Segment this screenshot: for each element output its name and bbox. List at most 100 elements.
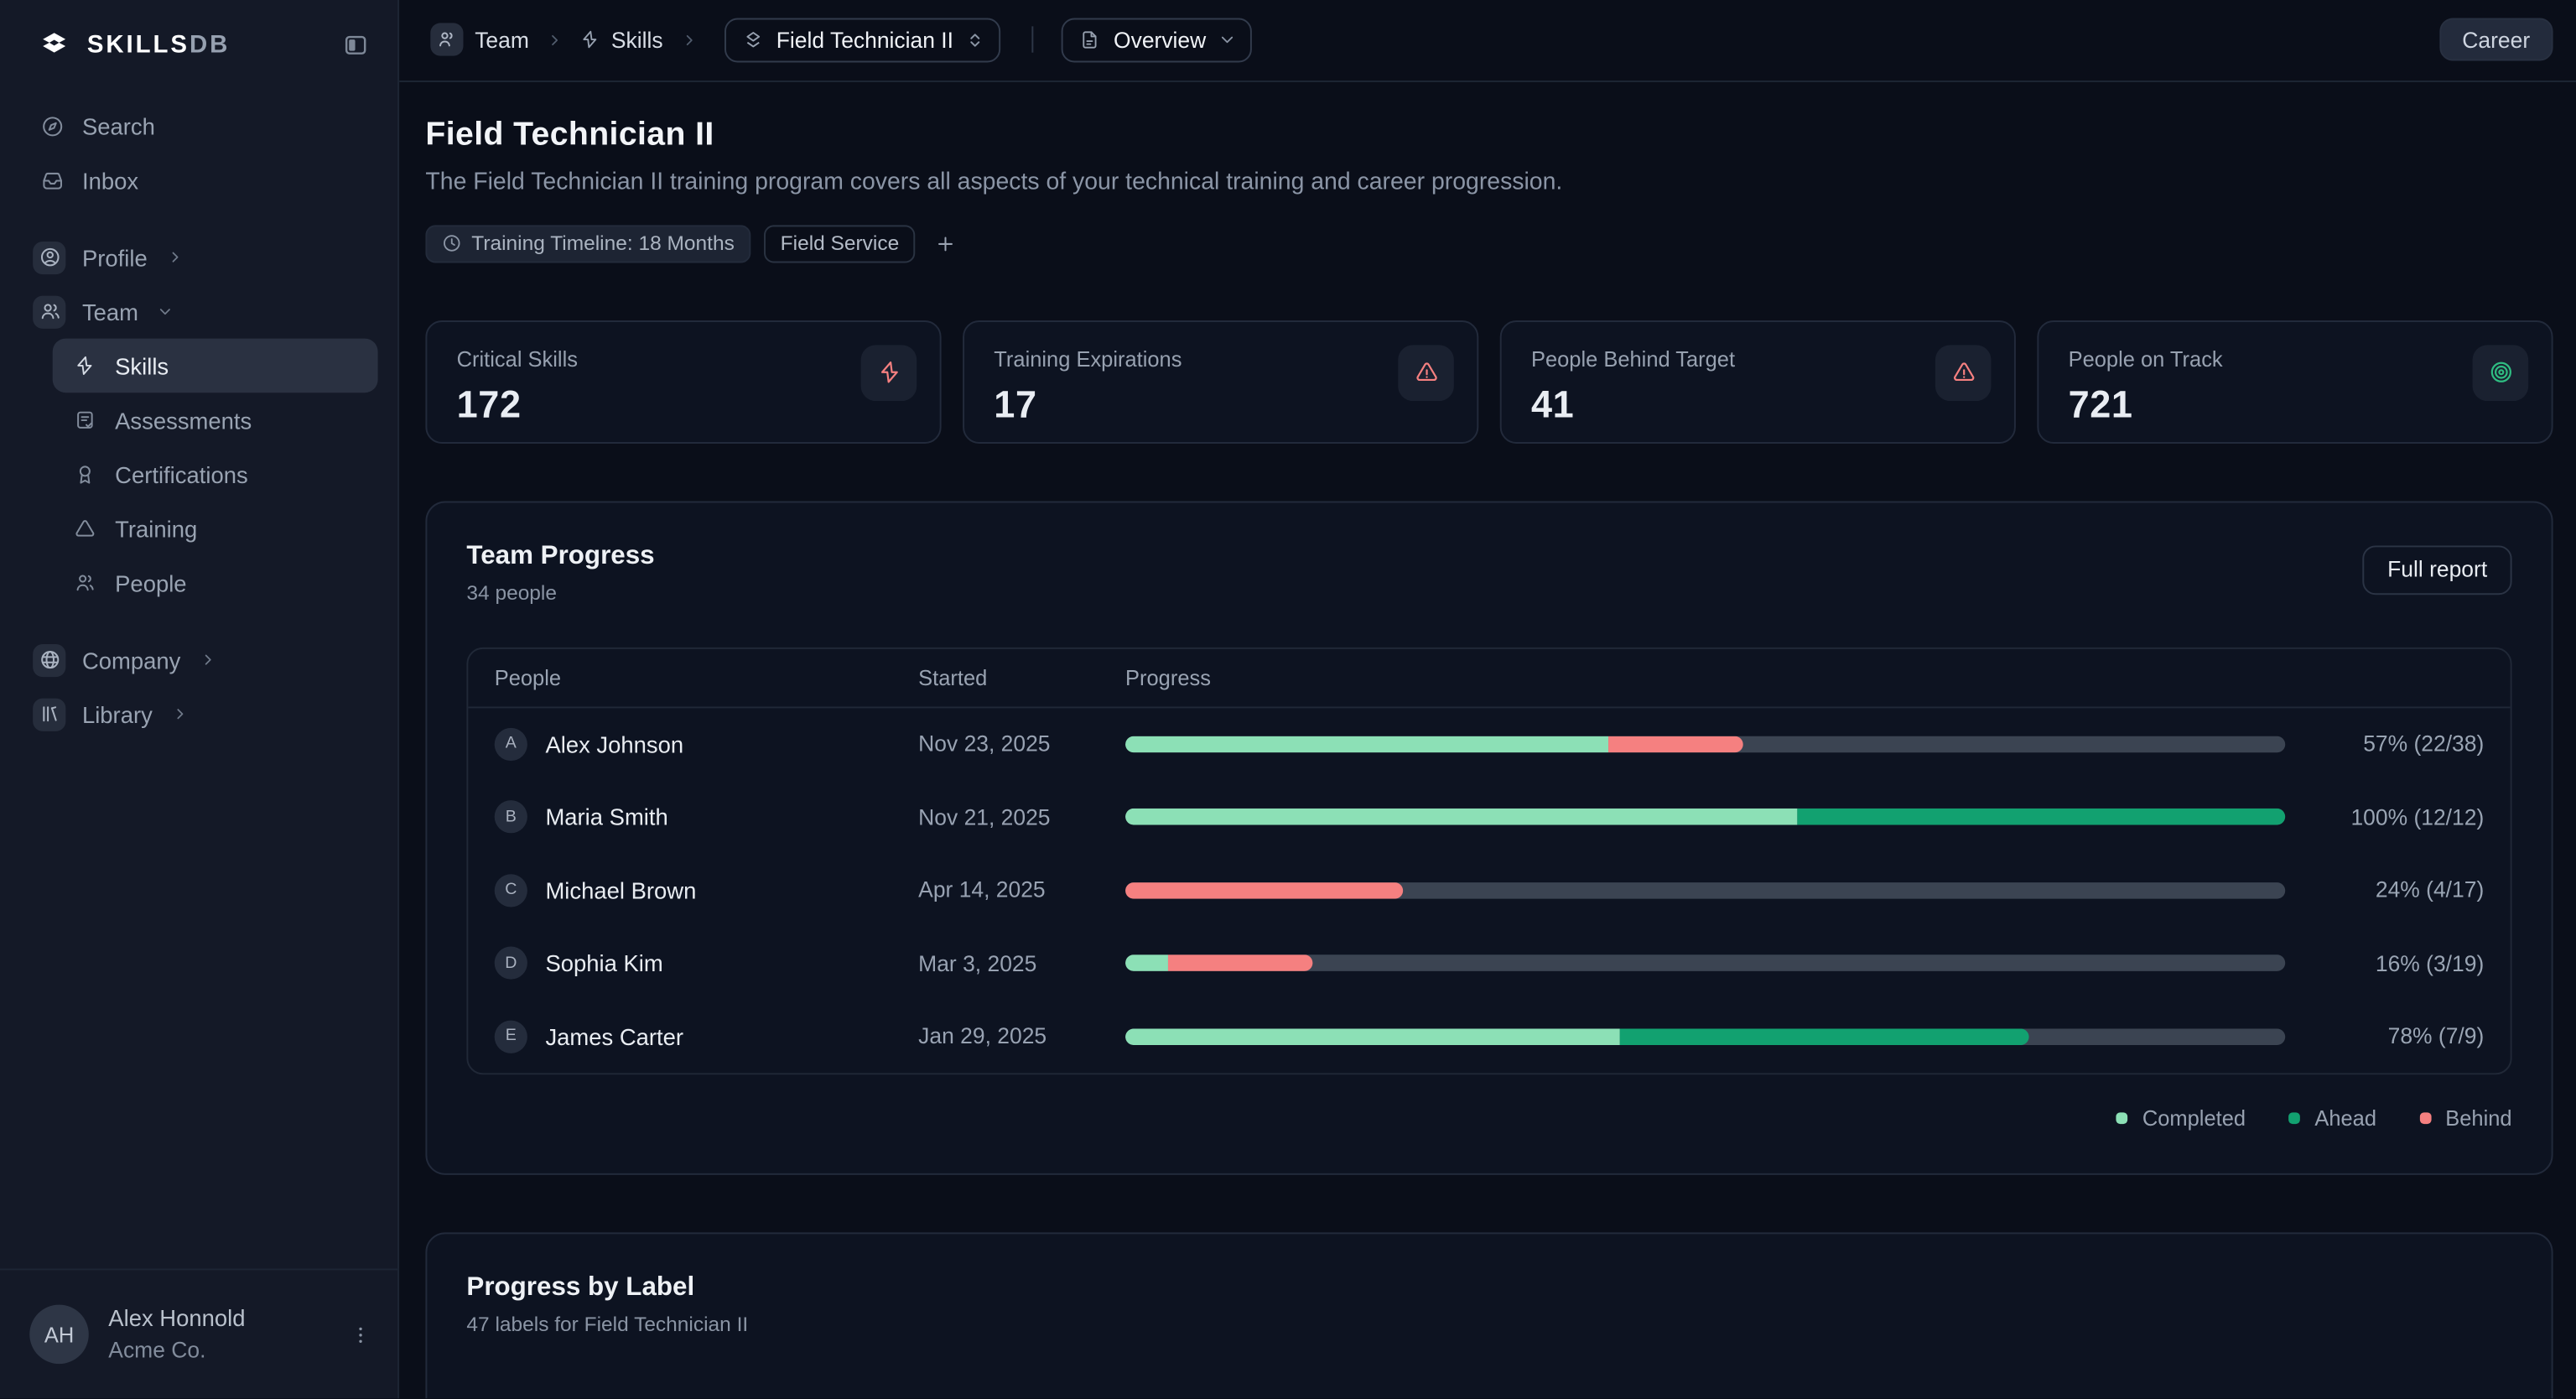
skillsdb-logo-icon [36, 26, 72, 62]
row-result: 100% (12/12) [2285, 805, 2484, 830]
stat-label: People on Track [2069, 346, 2522, 371]
table-row[interactable]: B Maria Smith Nov 21, 2025 100% (12/12) [468, 781, 2510, 854]
table-row[interactable]: C Michael Brown Apr 14, 2025 24% (4/17) [468, 854, 2510, 927]
sidebar-item-assessments[interactable]: Assessments [53, 393, 378, 447]
sidebar-item-label: People [115, 569, 186, 595]
tags-row: Training Timeline: 18 Months Field Servi… [425, 225, 2553, 263]
row-result: 78% (7/9) [2285, 1024, 2484, 1048]
inbox-icon [39, 169, 64, 191]
row-avatar: B [495, 801, 527, 834]
sidebar-item-profile[interactable]: Profile [20, 230, 378, 284]
tag-field-service[interactable]: Field Service [764, 225, 916, 263]
row-result: 24% (4/17) [2285, 878, 2484, 902]
sidebar-item-label: Training [115, 515, 197, 541]
user-avatar[interactable]: AH [29, 1305, 89, 1365]
layers-icon [742, 29, 763, 50]
page-content: Field Technician II The Field Technician… [399, 81, 2576, 1398]
stat-card-people-behind-target: People Behind Target 41 [1500, 320, 2016, 443]
behind-dot-icon [2419, 1112, 2431, 1124]
progress-segment-completed [1125, 955, 1168, 972]
progress-segment-behind [1168, 955, 1311, 972]
chevron-down-icon [1219, 32, 1236, 49]
tag-training-timeline[interactable]: Training Timeline: 18 Months [425, 225, 750, 263]
chevron-down-icon [158, 304, 174, 319]
users-icon [33, 295, 65, 328]
alert-triangle-icon [1935, 345, 1992, 401]
team-progress-panel: Team Progress 34 people Full report Peop… [425, 501, 2553, 1175]
table-row[interactable]: D Sophia Kim Mar 3, 2025 16% (3/19) [468, 927, 2510, 1000]
stat-label: Training Expirations [994, 346, 1447, 371]
stat-card-training-expirations: Training Expirations 17 [963, 320, 1478, 443]
panel-subtitle: 47 labels for Field Technician II [466, 1313, 2511, 1336]
chevrons-up-down-icon [967, 31, 985, 49]
divider [1032, 27, 1034, 53]
globe-icon [33, 643, 65, 676]
stat-card-people-on-track: People on Track 721 [2037, 320, 2553, 443]
program-select[interactable]: Field Technician II [724, 18, 1001, 62]
brand-light: DB [190, 30, 230, 58]
brand-bold: SKILLS [87, 30, 190, 58]
chevron-right-icon [172, 706, 187, 721]
col-people: People [495, 665, 918, 689]
sidebar-item-team[interactable]: Team [20, 284, 378, 339]
team-subnav: Skills Assessments Certifications Traini… [20, 339, 378, 610]
main-area: Team Skills Field Technician II Overview [399, 0, 2576, 1398]
sidebar-item-label: Library [82, 701, 153, 727]
sidebar-item-training[interactable]: Training [53, 502, 378, 556]
col-progress: Progress [1125, 665, 2285, 689]
panel-subtitle: 34 people [466, 581, 2511, 604]
row-name: James Carter [545, 1023, 683, 1049]
table-row[interactable]: A Alex Johnson Nov 23, 2025 57% (22/38) [468, 708, 2510, 781]
full-report-button[interactable]: Full report [2363, 545, 2512, 595]
stat-value: 721 [2069, 382, 2522, 427]
progress-segment-ahead [1798, 809, 2285, 826]
legend-label: Completed [2142, 1106, 2246, 1131]
stat-label: Critical Skills [457, 346, 911, 371]
panel-title: Team Progress [466, 542, 2511, 571]
progress-legend: Completed Ahead Behind [466, 1106, 2511, 1131]
row-result: 57% (22/38) [2285, 731, 2484, 756]
progress-segment-ahead [1621, 1028, 2029, 1045]
row-name: Alex Johnson [545, 731, 683, 757]
breadcrumb-skills[interactable]: Skills [611, 28, 663, 52]
table-body: A Alex Johnson Nov 23, 2025 57% (22/38) … [468, 708, 2510, 1074]
sidebar-toggle-icon[interactable] [343, 32, 367, 56]
people-icon [72, 571, 96, 593]
add-tag-icon[interactable] [935, 232, 956, 253]
sidebar-item-people[interactable]: People [53, 555, 378, 610]
row-avatar: A [495, 728, 527, 761]
row-name: Michael Brown [545, 877, 696, 903]
tag-label: Field Service [781, 231, 900, 254]
career-button[interactable]: Career [2439, 18, 2553, 61]
sidebar-item-skills[interactable]: Skills [53, 339, 378, 393]
user-circle-icon [33, 241, 65, 273]
sidebar-item-search[interactable]: Search [20, 99, 378, 153]
user-meta: Alex Honnold Acme Co. [108, 1302, 245, 1367]
kebab-menu-icon[interactable] [350, 1324, 371, 1344]
view-select[interactable]: Overview [1062, 18, 1252, 62]
stat-value: 17 [994, 382, 1447, 427]
sidebar-item-company[interactable]: Company [20, 632, 378, 687]
triangle-icon [72, 517, 96, 539]
stat-cards-row: Critical Skills 172 Training Expirations… [425, 320, 2553, 443]
sidebar-nav: Search Inbox Profile Team Skills [0, 75, 397, 741]
row-progress-bar [1125, 955, 2285, 972]
sidebar-item-label: Company [82, 647, 180, 673]
sidebar-item-library[interactable]: Library [20, 687, 378, 741]
panel-title: Progress by Label [466, 1273, 2511, 1303]
file-text-icon [1080, 29, 1100, 49]
page-title: Field Technician II [425, 116, 2553, 153]
breadcrumb-team[interactable]: Team [475, 28, 529, 52]
table-row[interactable]: E James Carter Jan 29, 2025 78% (7/9) [468, 1000, 2510, 1073]
stat-value: 41 [1531, 382, 1985, 427]
row-avatar: E [495, 1020, 527, 1053]
sidebar-item-certifications[interactable]: Certifications [53, 447, 378, 502]
sidebar-item-inbox[interactable]: Inbox [20, 153, 378, 207]
award-icon [72, 463, 96, 485]
legend-behind: Behind [2419, 1106, 2512, 1131]
library-icon [33, 698, 65, 731]
ahead-dot-icon [2288, 1112, 2300, 1124]
sidebar-item-label: Profile [82, 244, 148, 270]
sidebar-item-label: Search [82, 112, 155, 138]
progress-segment-behind [1609, 736, 1743, 752]
